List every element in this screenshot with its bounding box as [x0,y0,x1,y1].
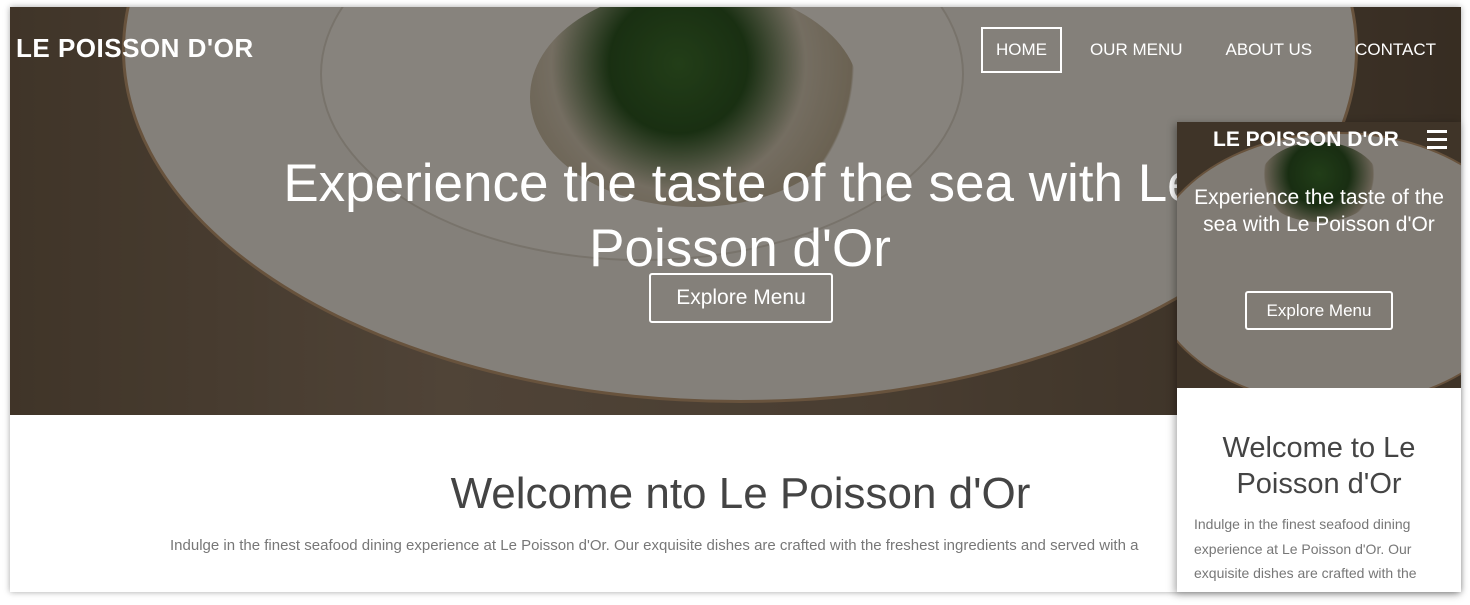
mobile-hero-title: Experience the taste of the sea with Le … [1194,186,1444,236]
hamburger-bar [1427,146,1447,149]
mobile-site-logo[interactable]: LE POISSON D'OR [1213,128,1399,152]
site-logo[interactable]: LE POISSON D'OR [16,33,254,64]
hamburger-bar [1427,138,1447,141]
hamburger-icon[interactable] [1427,130,1447,149]
welcome-text: Indulge in the finest seafood dining exp… [170,537,1139,554]
nav-about-us[interactable]: ABOUT US [1211,27,1328,73]
nav-our-menu[interactable]: OUR MENU [1075,27,1198,73]
hero-title: Experience the taste of the sea with Le … [283,153,1197,278]
mobile-explore-menu-button[interactable]: Explore Menu [1245,291,1393,330]
nav-home[interactable]: HOME [980,27,1062,73]
mobile-hero-section: LE POISSON D'OR Experience the taste of … [1177,122,1461,388]
hamburger-bar [1427,130,1447,133]
main-nav: HOME OUR MENU ABOUT US CONTACT [968,27,1451,73]
nav-contact[interactable]: CONTACT [1340,27,1451,73]
mobile-hero-overlay [1177,122,1461,388]
mobile-viewport: LE POISSON D'OR Experience the taste of … [1177,122,1461,592]
explore-menu-button[interactable]: Explore Menu [649,273,833,323]
mobile-welcome-title: Welcome to Le Poisson d'Or [1222,432,1416,500]
mobile-welcome-text: Indulge in the finest seafood dining exp… [1194,516,1417,581]
